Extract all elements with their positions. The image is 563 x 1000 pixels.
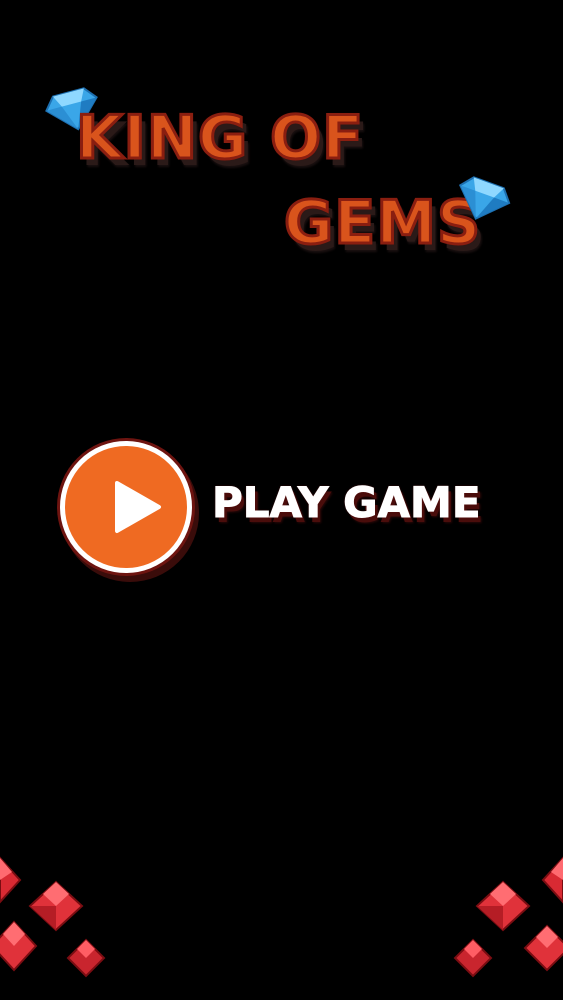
play-game-label[interactable]: PLAY GAME bbox=[212, 481, 482, 524]
red-diamond-gem-icon bbox=[453, 938, 493, 978]
red-gems-decoration-left bbox=[0, 856, 106, 978]
game-title-line-2: GEMS bbox=[282, 188, 482, 258]
red-diamond-gem-icon bbox=[541, 856, 563, 904]
red-diamond-gem-icon bbox=[28, 880, 84, 932]
blue-diamond-icon bbox=[458, 176, 511, 220]
red-diamond-gem-icon bbox=[475, 880, 531, 932]
play-button[interactable] bbox=[60, 441, 192, 573]
red-diamond-gem-icon bbox=[523, 924, 563, 972]
red-diamond-gem-icon bbox=[0, 856, 22, 904]
title-screen: KING OF GEMS PLAY GAME bbox=[0, 0, 563, 1000]
red-gems-decoration-right bbox=[453, 856, 563, 978]
red-diamond-gem-icon bbox=[66, 938, 106, 978]
play-icon bbox=[115, 481, 161, 533]
red-diamond-gem-icon bbox=[0, 920, 38, 972]
game-title-line-1: KING OF bbox=[74, 103, 365, 173]
